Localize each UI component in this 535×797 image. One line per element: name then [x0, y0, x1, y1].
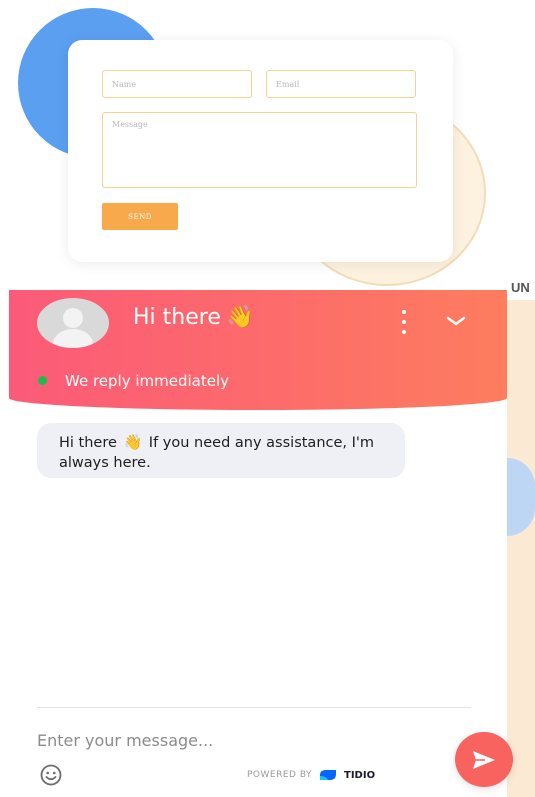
chat-widget: Hi there 👋 We reply immediately Hi there … [9, 290, 507, 797]
powered-by[interactable]: POWERED BY TIDIO [247, 767, 375, 783]
chevron-down-icon[interactable] [445, 314, 467, 328]
name-field[interactable] [102, 70, 252, 98]
message-field[interactable] [102, 112, 417, 188]
waving-hand-icon: 👋 [123, 433, 143, 451]
composer-divider [37, 707, 471, 708]
brand-name: TIDIO [344, 769, 376, 781]
online-status-dot [38, 376, 47, 385]
contact-form-card: SEND [68, 40, 453, 262]
avatar-body [53, 329, 93, 348]
chat-greeting: Hi there 👋 [133, 305, 254, 330]
waving-hand-icon: 👋 [226, 305, 255, 330]
dot [402, 320, 406, 324]
greeting-text: Hi there [133, 305, 221, 330]
avatar [37, 298, 109, 348]
email-field[interactable] [266, 70, 416, 98]
dot [402, 310, 406, 314]
page-background-strip [507, 280, 535, 797]
chat-header: Hi there 👋 We reply immediately [9, 290, 507, 410]
dot [402, 330, 406, 334]
chat-message-bubble: Hi there 👋 If you need any assistance, I… [37, 423, 405, 478]
paper-plane-icon [473, 750, 495, 769]
avatar-head [63, 308, 83, 328]
tidio-logo-icon [320, 770, 337, 780]
vertical-dots-icon[interactable] [397, 310, 411, 334]
smiley-icon[interactable] [39, 763, 63, 787]
send-message-button[interactable] [455, 732, 513, 787]
message-text-start: Hi there [59, 435, 117, 451]
powered-by-label: POWERED BY [247, 770, 313, 780]
page-edge-text: UN [511, 280, 530, 295]
status-text: We reply immediately [65, 372, 230, 390]
send-button[interactable]: SEND [102, 203, 178, 230]
chat-message-input[interactable] [37, 726, 437, 754]
